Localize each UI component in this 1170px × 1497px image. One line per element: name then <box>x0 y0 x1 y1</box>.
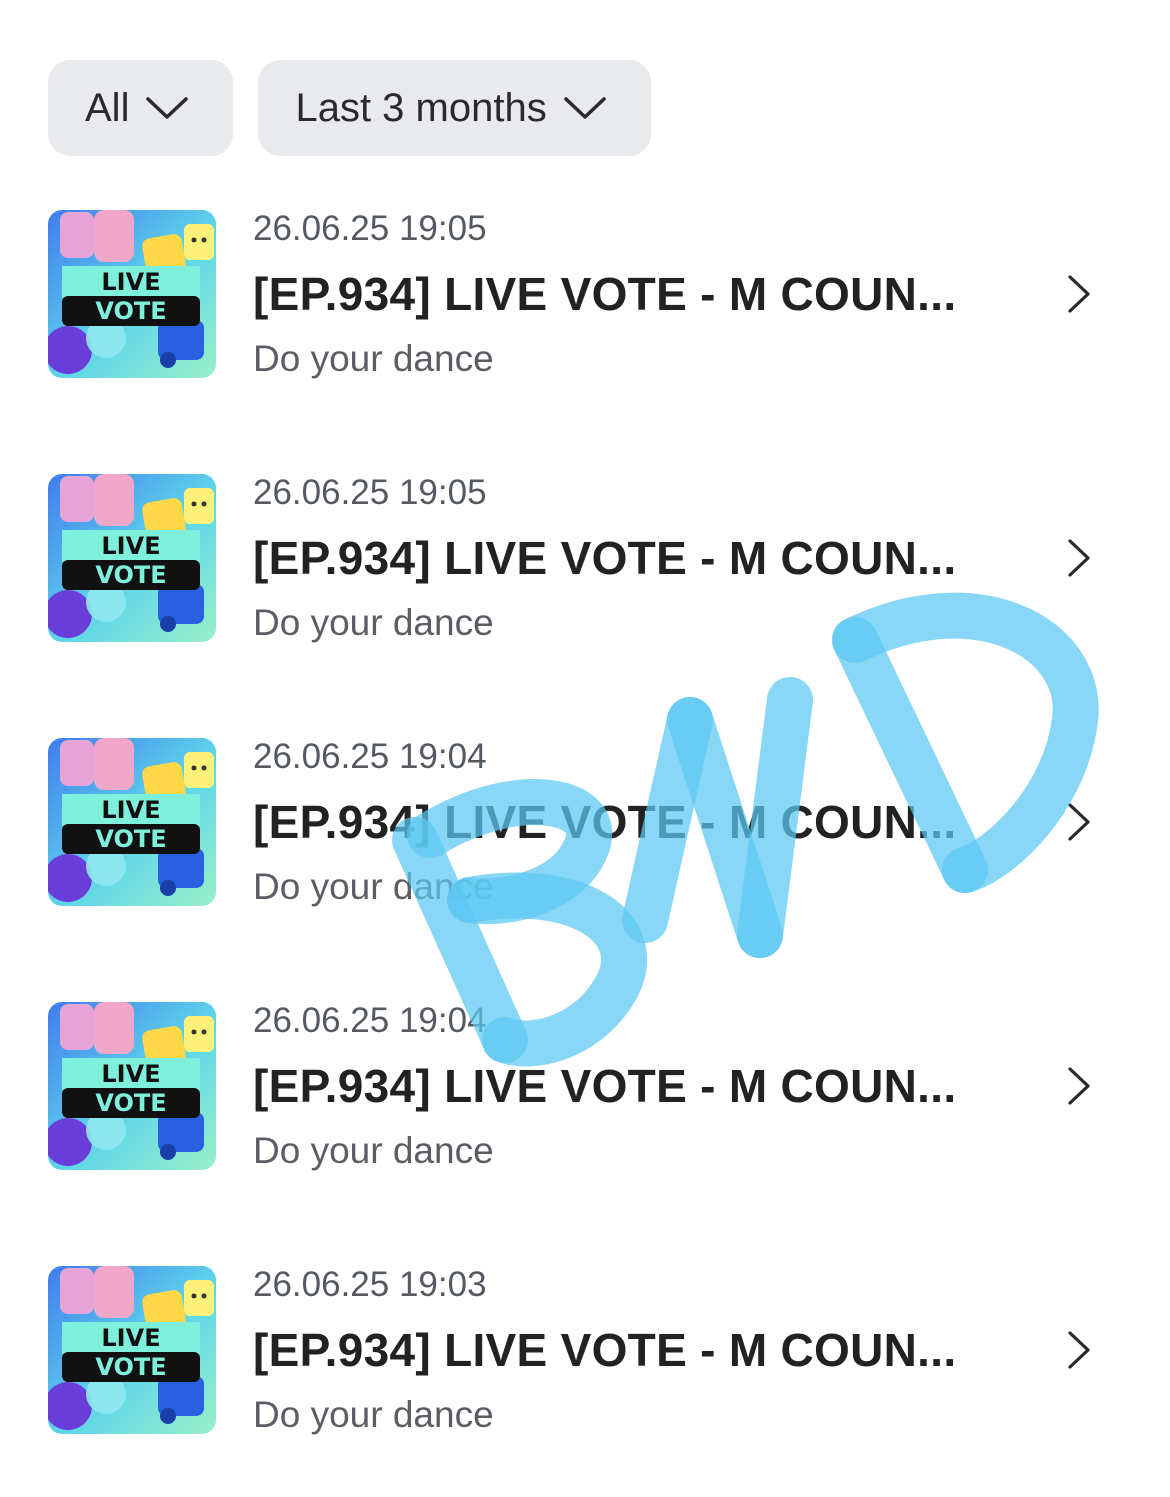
item-subtitle: Do your dance <box>253 338 494 379</box>
live-vote-thumbnail: LIVE VOTE <box>48 1002 216 1170</box>
list-item[interactable]: LIVE VOTE 26.06.25 19:03 [EP.934] LIVE V… <box>48 1265 1108 1435</box>
thumbnail-vote-text: VOTE <box>95 1353 166 1381</box>
thumbnail-live-text: LIVE <box>101 796 160 824</box>
item-title: [EP.934] LIVE VOTE - M COUN... <box>253 1324 957 1376</box>
item-date: 26.06.25 19:05 <box>253 473 487 512</box>
chevron-right-icon <box>1068 803 1090 841</box>
filter-bar: All Last 3 months <box>48 60 651 156</box>
item-subtitle: Do your dance <box>253 1394 494 1435</box>
thumbnail-vote-text: VOTE <box>95 1089 166 1117</box>
live-vote-thumbnail: LIVE VOTE <box>48 210 216 378</box>
item-subtitle: Do your dance <box>253 1130 494 1171</box>
thumbnail-vote-text: VOTE <box>95 825 166 853</box>
chevron-right-icon <box>1068 1331 1090 1369</box>
chevron-down-icon <box>563 97 606 119</box>
item-title: [EP.934] LIVE VOTE - M COUN... <box>253 796 957 848</box>
item-date: 26.06.25 19:04 <box>253 1001 487 1040</box>
item-date: 26.06.25 19:03 <box>253 1265 487 1304</box>
category-filter-dropdown[interactable]: All <box>48 60 234 156</box>
item-title: [EP.934] LIVE VOTE - M COUN... <box>253 532 957 584</box>
list-item[interactable]: LIVE VOTE 26.06.25 19:04 [EP.934] LIVE V… <box>48 737 1108 907</box>
period-filter-dropdown[interactable]: Last 3 months <box>258 60 651 156</box>
period-filter-label: Last 3 months <box>295 85 547 130</box>
live-vote-thumbnail: LIVE VOTE <box>48 474 216 642</box>
live-vote-thumbnail: LIVE VOTE <box>48 738 216 906</box>
category-filter-label: All <box>85 85 130 130</box>
item-subtitle: Do your dance <box>253 602 494 643</box>
thumbnail-vote-text: VOTE <box>95 561 166 589</box>
item-subtitle: Do your dance <box>253 866 494 907</box>
chevron-right-icon <box>1068 539 1090 577</box>
item-title: [EP.934] LIVE VOTE - M COUN... <box>253 268 957 320</box>
live-vote-thumbnail: LIVE VOTE <box>48 1266 216 1434</box>
thumbnail-vote-text: VOTE <box>95 297 166 325</box>
thumbnail-live-text: LIVE <box>101 1060 160 1088</box>
item-date: 26.06.25 19:05 <box>253 209 487 248</box>
list-item[interactable]: LIVE VOTE 26.06.25 19:05 [EP.934] LIVE V… <box>48 209 1108 379</box>
thumbnail-live-text: LIVE <box>101 1324 160 1352</box>
item-date: 26.06.25 19:04 <box>253 737 487 776</box>
item-title: [EP.934] LIVE VOTE - M COUN... <box>253 1060 957 1112</box>
list-item[interactable]: LIVE VOTE 26.06.25 19:05 [EP.934] LIVE V… <box>48 473 1108 643</box>
chevron-down-icon <box>146 97 189 119</box>
chevron-right-icon <box>1068 1067 1090 1105</box>
thumbnail-live-text: LIVE <box>101 532 160 560</box>
thumbnail-live-text: LIVE <box>101 268 160 296</box>
list-item[interactable]: LIVE VOTE 26.06.25 19:04 [EP.934] LIVE V… <box>48 1001 1108 1171</box>
chevron-right-icon <box>1068 275 1090 313</box>
